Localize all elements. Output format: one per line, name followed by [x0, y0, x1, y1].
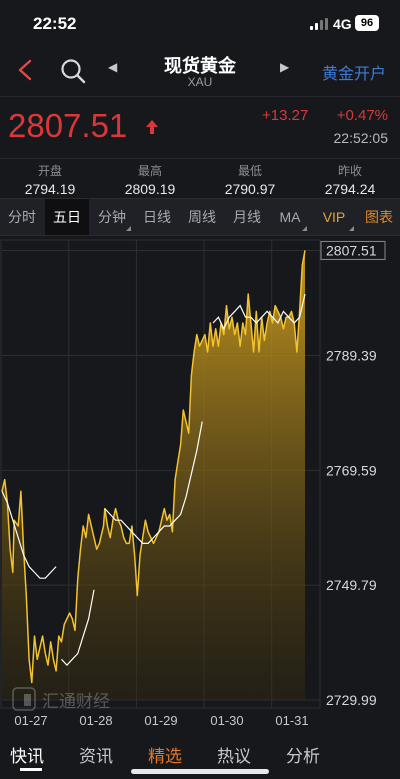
status-bar: 22:52 4G 96	[0, 0, 400, 48]
price-chart[interactable]: 2807.51 2789.39 2769.59 2749.79 2729.99 01-2…	[0, 236, 400, 734]
x-tick-label: 01-31	[275, 713, 308, 728]
stat-label: 昨收	[337, 164, 362, 178]
signal-icon	[310, 18, 328, 30]
tab-weekly[interactable]: 周线	[180, 199, 224, 235]
battery-icon: 96	[355, 15, 379, 31]
x-tick-label: 01-29	[144, 713, 177, 728]
tab-label: 日线	[143, 209, 171, 225]
tab-daily[interactable]: 日线	[135, 199, 179, 235]
watermark-text: 汇通财经	[42, 692, 110, 711]
quote-panel: 2807.51 +13.27 +0.47% 22:52:05	[0, 96, 400, 155]
stat-label: 最高	[137, 164, 162, 178]
top-nav: ◀ 现货黄金 XAU ▶ 黄金开户	[0, 48, 400, 94]
next-instrument-icon[interactable]: ▶	[280, 60, 289, 74]
back-arrow-icon[interactable]	[14, 58, 36, 82]
current-price: 2807.51	[8, 107, 128, 144]
dropdown-corner-icon	[126, 226, 131, 231]
stat-label: 开盘	[37, 164, 62, 178]
tab-monthly[interactable]: 月线	[225, 199, 269, 235]
y-tick-label: 2807.51	[326, 242, 377, 258]
tab-vip[interactable]: VIP	[311, 199, 357, 235]
tab-label: 五日	[53, 209, 81, 225]
up-arrow-icon	[146, 120, 158, 134]
stat-open: 开盘 2794.19	[0, 162, 100, 197]
stat-value: 2790.97	[224, 181, 276, 197]
network-type: 4G	[333, 16, 352, 32]
active-tab-indicator	[20, 768, 42, 771]
tab-label: 月线	[233, 209, 261, 225]
dropdown-corner-icon	[349, 226, 354, 231]
status-time: 22:52	[33, 14, 77, 33]
dropdown-corner-icon	[302, 226, 307, 231]
nav-featured[interactable]: 精选	[148, 742, 182, 767]
prev-instrument-icon[interactable]: ◀	[108, 60, 117, 74]
stat-value: 2809.19	[124, 181, 176, 197]
stats-row: 开盘 2794.19 最高 2809.19 最低 2790.97 昨收 2794…	[0, 158, 400, 197]
tab-five-day[interactable]: 五日	[45, 199, 89, 235]
search-icon[interactable]	[60, 58, 86, 84]
y-tick-label: 2729.99	[326, 692, 377, 708]
tab-label: 图表	[365, 209, 393, 225]
tab-chart[interactable]: 图表	[358, 199, 400, 235]
stat-high: 最高 2809.19	[100, 162, 200, 197]
tab-label: 分钟	[98, 209, 126, 225]
x-tick-label: 01-27	[14, 713, 47, 728]
page-subtitle: XAU	[187, 75, 213, 89]
stat-value: 2794.19	[24, 181, 76, 197]
y-tick-label: 2789.39	[326, 348, 377, 364]
nav-news[interactable]: 资讯	[79, 742, 113, 767]
tab-minute[interactable]: 分钟	[90, 199, 134, 235]
x-tick-label: 01-28	[79, 713, 112, 728]
stat-low: 最低 2790.97	[200, 162, 300, 197]
tab-intraday[interactable]: 分时	[0, 199, 44, 235]
stat-label: 最低	[237, 164, 262, 178]
open-account-link[interactable]: 黄金开户	[322, 60, 386, 84]
price-chart-svg: 2807.51 2789.39 2769.59 2749.79 2729.99 01-2…	[0, 239, 386, 728]
y-tick-label: 2749.79	[326, 577, 377, 593]
tab-label: 分时	[8, 209, 36, 225]
stat-prev-close: 昨收 2794.24	[300, 162, 400, 197]
stat-value: 2794.24	[324, 181, 376, 197]
x-tick-label: 01-30	[210, 713, 243, 728]
y-tick-label: 2769.59	[326, 462, 377, 478]
price-change: +13.27	[262, 107, 309, 124]
price-area	[2, 250, 305, 700]
tab-ma[interactable]: MA	[270, 199, 310, 235]
tab-label: MA	[279, 209, 301, 225]
tab-label: 周线	[188, 209, 216, 225]
price-change-percent: +0.47%	[336, 107, 388, 124]
nav-discussion[interactable]: 热议	[217, 742, 251, 767]
tab-label: VIP	[322, 209, 346, 225]
period-tabs: 分时 五日 分钟 日线 周线 月线 MA VIP 图表	[0, 198, 400, 236]
nav-flash-news[interactable]: 快讯	[10, 742, 44, 767]
quote-time: 22:52:05	[333, 130, 389, 146]
nav-analysis[interactable]: 分析	[286, 742, 320, 767]
home-indicator	[131, 769, 269, 774]
